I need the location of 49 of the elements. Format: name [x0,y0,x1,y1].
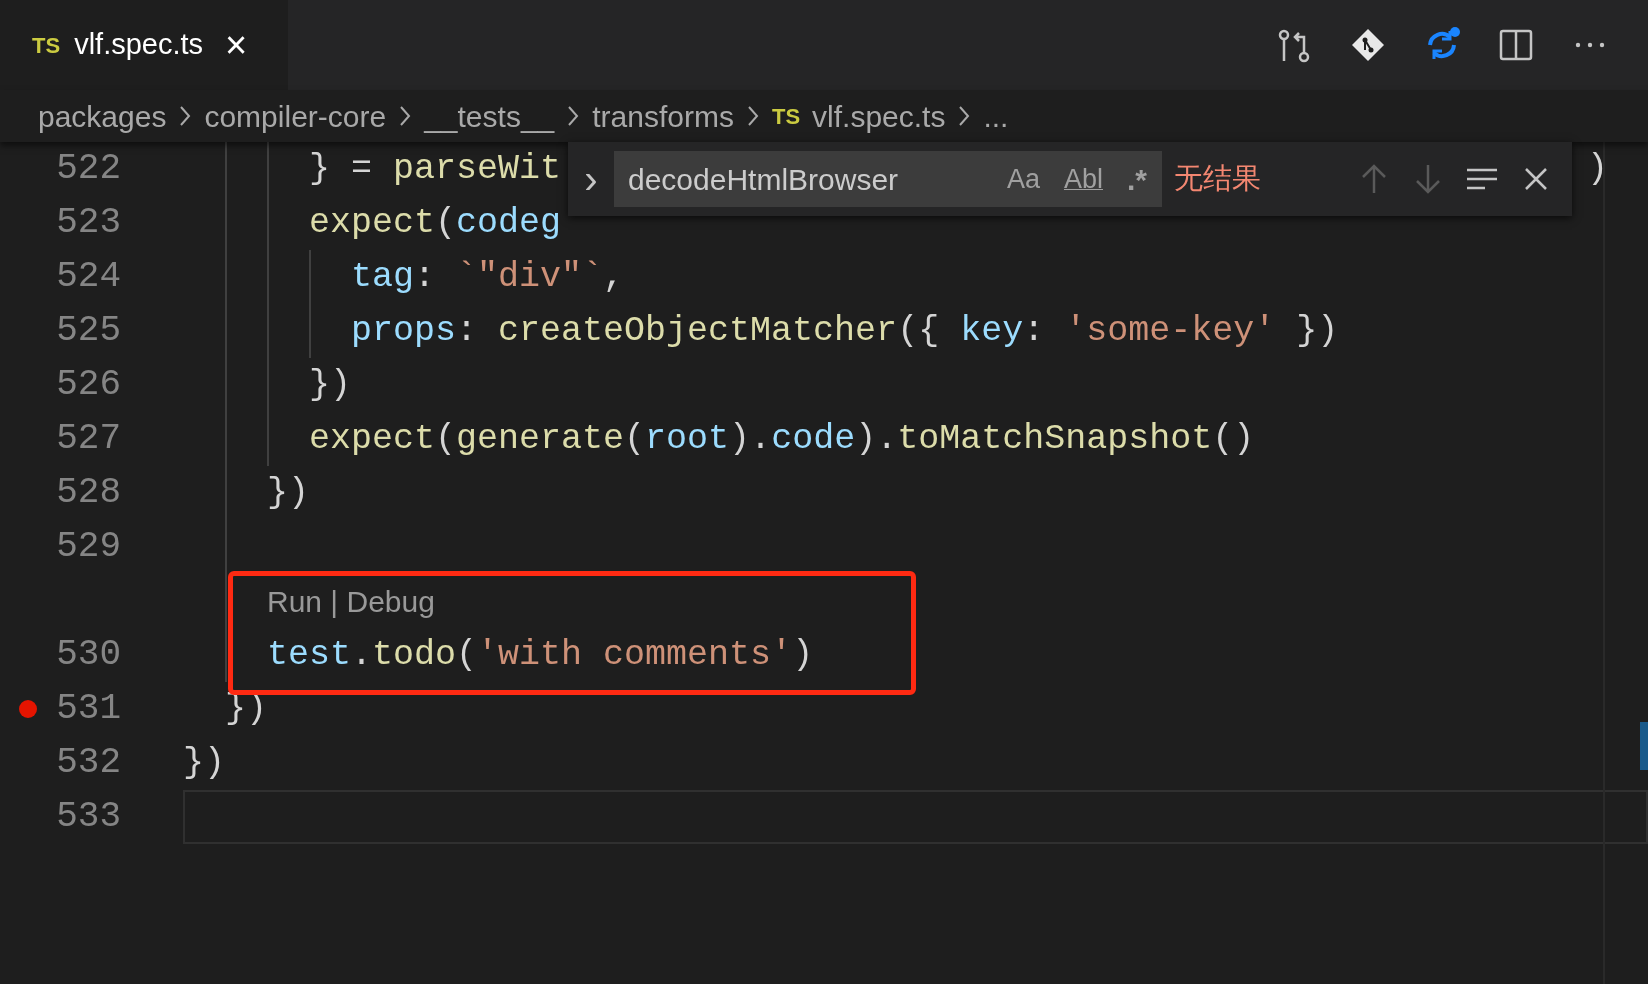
chevron-right-icon[interactable] [957,104,972,128]
breadcrumb-item[interactable]: compiler-core [204,93,387,139]
scrollbar-marker [1640,722,1648,770]
close-icon[interactable]: × [225,26,248,64]
line-number: 531 [56,687,121,731]
code-line: }) [309,363,351,407]
code-line: }) [183,741,225,785]
line-number: 530 [56,633,121,677]
chevron-right-icon[interactable] [398,104,413,128]
breadcrumb-item[interactable]: ... [983,93,1009,139]
breadcrumb-item[interactable]: transforms [592,93,734,139]
line-number: 525 [56,309,121,353]
no-results-text: 无结果 [1174,161,1261,197]
code-line: expect(generate(root).code).toMatchSnapshot() [309,417,1255,461]
find-option-toggle[interactable]: .* [1124,155,1150,203]
editor-tab[interactable]: TS vlf.spec.ts × [0,0,288,90]
breadcrumb-item[interactable]: packages [38,93,167,139]
codelens-links[interactable]: Run | Debug [267,578,435,624]
breadcrumb-item[interactable]: __tests__ [424,93,555,139]
line-number: 533 [56,795,121,839]
breadcrumb-item[interactable]: vlf.spec.ts [812,93,946,139]
code-text: ) [1587,147,1609,191]
file-type-label: TS [771,102,801,131]
code-line: test.todo('with comments') [267,633,814,677]
line-number: 522 [56,147,121,191]
code-line: props: createObjectMatcher({ key: 'some-key' }) [351,309,1339,353]
diamond-icon[interactable] [1350,27,1386,63]
tab-label: vlf.spec.ts [74,27,204,63]
expand-toggle[interactable]: › [568,159,614,199]
line-number: 528 [56,471,121,515]
line-number: 523 [56,201,121,245]
line-number: 532 [56,741,121,785]
find-option-toggle[interactable]: Abl [1060,157,1106,201]
line-number: 524 [56,255,121,299]
line-number: 527 [56,417,121,461]
code-line: expect(codeg [309,201,562,245]
code-line: tag: `"div"`, [351,255,625,299]
find-input[interactable]: decodeHtmlBrowser Aa Abl .* [614,151,1162,207]
chevron-right-icon[interactable] [178,104,193,128]
split-editor-icon[interactable] [1498,27,1534,63]
find-option-toggle[interactable]: Aa [1003,157,1043,201]
line-number: 526 [56,363,121,407]
chevron-right-icon[interactable] [745,104,760,128]
line-number: 529 [56,525,121,569]
code-line: } = parseWit [309,147,562,191]
compare-icon[interactable] [1276,27,1312,63]
chevron-right-icon[interactable] [566,104,581,128]
file-type-label: TS [32,31,61,60]
code-line: }) [267,471,309,515]
